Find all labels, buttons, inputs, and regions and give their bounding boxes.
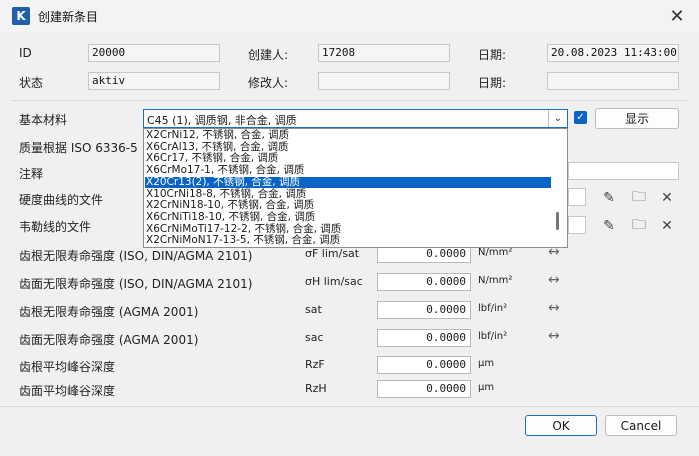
- modifier-label: 修改人:: [248, 76, 289, 90]
- hardness-file-label: 硬度曲线的文件: [19, 193, 104, 207]
- show-checkbox[interactable]: ✓: [574, 111, 587, 124]
- unit-label: μm: [478, 358, 495, 369]
- dropdown-option[interactable]: X6Cr17, 不锈钢, 合金, 调质: [145, 153, 551, 164]
- unit-label: μm: [478, 382, 495, 393]
- value-input[interactable]: 0.0000: [377, 380, 471, 398]
- id-field: 20000: [88, 44, 220, 62]
- creator-field: 17208: [318, 44, 450, 62]
- strength-label: 齿面无限寿命强度 (AGMA 2001): [19, 333, 199, 347]
- symbol-label: sac: [305, 331, 324, 344]
- dropdown-scrollbar[interactable]: [556, 212, 559, 230]
- window-title: 创建新条目: [38, 10, 99, 24]
- unit-label: lbf/in²: [478, 331, 508, 342]
- strength-label: 齿面无限寿命强度 (ISO, DIN/AGMA 2101): [19, 277, 253, 291]
- app-logo-icon: K: [12, 7, 30, 25]
- mod-date-label: 日期:: [478, 76, 507, 90]
- left-right-arrow-icon[interactable]: ↔: [548, 300, 560, 316]
- folder-icon[interactable]: 🗀: [629, 189, 649, 207]
- quality-label: 质量根据 ISO 6336-5: [19, 141, 138, 155]
- title-bar: [0, 0, 699, 32]
- note-field[interactable]: [568, 162, 679, 180]
- strength-label: 齿根无限寿命强度 (ISO, DIN/AGMA 2101): [19, 249, 253, 263]
- date-label: 日期:: [478, 48, 507, 62]
- symbol-label: σH lim/sac: [305, 275, 363, 288]
- value-input[interactable]: 0.0000: [377, 356, 471, 374]
- dropdown-option[interactable]: X2CrNiN18-10, 不锈钢, 合金, 调质: [145, 200, 551, 211]
- strength-label: 齿面平均峰谷深度: [19, 384, 116, 398]
- base-material-select[interactable]: C45 (1), 调质钢, 非合金, 调质: [143, 109, 568, 128]
- note-label: 注释: [19, 167, 44, 181]
- close-icon[interactable]: ✕: [658, 189, 676, 207]
- show-button[interactable]: 显示: [595, 108, 679, 129]
- chevron-down-icon[interactable]: ⌄: [548, 110, 567, 127]
- woehler-file-field[interactable]: [568, 216, 586, 234]
- mod-date-field: [547, 72, 679, 90]
- dropdown-option[interactable]: X6CrMo17-1, 不锈钢, 合金, 调质: [145, 165, 551, 176]
- id-label: ID: [19, 46, 32, 60]
- close-icon[interactable]: ✕: [658, 217, 676, 235]
- strength-label: 齿根无限寿命强度 (AGMA 2001): [19, 305, 199, 319]
- value-input[interactable]: 0.0000: [377, 273, 471, 291]
- hardness-file-field[interactable]: [568, 188, 586, 206]
- close-window-button[interactable]: ✕: [662, 3, 692, 29]
- woehler-file-label: 韦勒线的文件: [19, 220, 92, 234]
- dropdown-option[interactable]: X2CrNiMoN17-13-5, 不锈钢, 合金, 调质: [145, 235, 551, 246]
- unit-label: lbf/in²: [478, 303, 508, 314]
- unit-label: N/mm²: [478, 247, 513, 258]
- divider: [12, 100, 688, 101]
- symbol-label: RzH: [305, 382, 327, 395]
- date-field: 20.08.2023 11:43:00: [547, 44, 679, 62]
- strength-label: 齿根平均峰谷深度: [19, 360, 116, 374]
- dropdown-option[interactable]: X2CrNi12, 不锈钢, 合金, 调质: [145, 129, 551, 141]
- symbol-label: sat: [305, 303, 322, 316]
- status-field: aktiv: [88, 72, 220, 90]
- left-right-arrow-icon[interactable]: ↔: [548, 272, 560, 288]
- pencil-icon[interactable]: ✎: [600, 217, 618, 235]
- dropdown-option[interactable]: X20Cr13(2), 不锈钢, 合金, 调质: [145, 176, 551, 188]
- base-material-label: 基本材料: [19, 113, 68, 127]
- ok-button[interactable]: OK: [525, 415, 597, 436]
- value-input[interactable]: 0.0000: [377, 301, 471, 319]
- pencil-icon[interactable]: ✎: [600, 189, 618, 207]
- cancel-button[interactable]: Cancel: [605, 415, 677, 436]
- symbol-label: σF lim/sat: [305, 247, 360, 260]
- dropdown-option[interactable]: X6CrNiTi18-10, 不锈钢, 合金, 调质: [145, 211, 551, 223]
- modifier-field: [318, 72, 450, 90]
- material-dropdown-list[interactable]: X2CrNi12, 不锈钢, 合金, 调质 X6CrAl13, 不锈钢, 合金, …: [143, 128, 568, 248]
- creator-label: 创建人:: [248, 48, 289, 62]
- dropdown-option[interactable]: X10CrNi18-8, 不锈钢, 合金, 调质: [145, 188, 551, 200]
- value-input[interactable]: 0.0000: [377, 329, 471, 347]
- left-right-arrow-icon[interactable]: ↔: [548, 328, 560, 344]
- unit-label: N/mm²: [478, 275, 513, 286]
- symbol-label: RzF: [305, 358, 325, 371]
- folder-icon[interactable]: 🗀: [629, 217, 649, 235]
- status-label: 状态: [19, 76, 44, 90]
